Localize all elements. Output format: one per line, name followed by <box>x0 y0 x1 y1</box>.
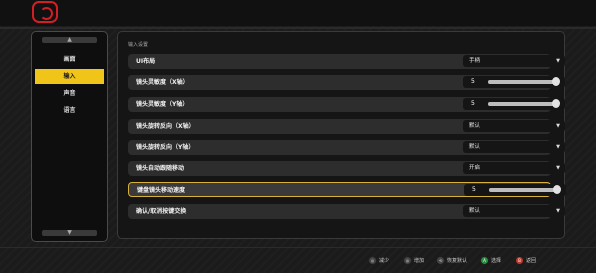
setting-label: 镜头旋转反向（Y轴） <box>136 144 195 151</box>
camera-invert-y-row[interactable]: 镜头旋转反向（Y轴） 默认 ▼ <box>128 140 565 155</box>
setting-dropdown[interactable]: 默认 ▼ <box>463 205 565 217</box>
setting-label: 确认/取消按键交换 <box>136 208 187 215</box>
button-hints: ◎ 减少 ◎ 增加 ⟲ 恢复默认 A 选择 B 返回 <box>0 253 596 269</box>
hint-label: 选择 <box>491 258 502 264</box>
controller-button-icon: B <box>516 257 523 264</box>
controller-button-icon: ◎ <box>369 257 376 264</box>
hint-label: 恢复默认 <box>447 258 468 264</box>
dropdown-value: 默认 <box>469 208 481 214</box>
section-title: 输入设置 <box>128 42 149 48</box>
hint-select[interactable]: A 选择 <box>481 253 501 269</box>
slider-handle[interactable] <box>552 77 560 86</box>
setting-label: 键盘镜头移动速度 <box>137 187 186 194</box>
setting-label: 镜头自动跟随移动 <box>136 165 185 172</box>
setting-slider[interactable]: 5 <box>463 76 565 88</box>
hint-increase[interactable]: ◎ 增加 <box>404 253 424 269</box>
setting-label: 镜头旋转反向（X轴） <box>136 123 195 130</box>
slider-handle[interactable] <box>553 185 561 194</box>
setting-dropdown[interactable]: 开启 ▼ <box>463 162 565 174</box>
chevron-down-icon[interactable]: ▼ <box>42 230 97 236</box>
camera-invert-x-row[interactable]: 镜头旋转反向（X轴） 默认 ▼ <box>128 119 565 134</box>
sidebar: ▲ 画面 输入 声音 语言 ▼ <box>31 31 108 242</box>
slider-fill <box>488 80 556 84</box>
dropdown-value: 默认 <box>469 144 481 150</box>
slider-handle[interactable] <box>552 99 560 108</box>
slider-fill <box>488 102 556 106</box>
slider-value: 5 <box>471 100 475 107</box>
controller-button-icon: ⟲ <box>437 257 444 264</box>
chevron-down-icon: ▼ <box>556 144 560 150</box>
setting-dropdown[interactable]: 默认 ▼ <box>463 120 565 132</box>
confirm-cancel-swap-row[interactable]: 确认/取消按键交换 默认 ▼ <box>128 204 565 219</box>
controller-button-icon: ◎ <box>404 257 411 264</box>
slider-value: 5 <box>472 186 476 193</box>
hint-reset-default[interactable]: ⟲ 恢复默认 <box>437 253 467 269</box>
chevron-up-icon[interactable]: ▲ <box>42 37 97 43</box>
camera-sensitivity-x-row[interactable]: 镜头灵敏度（X轴） 5 <box>128 75 565 90</box>
slider-value: 5 <box>471 78 475 85</box>
hint-decrease[interactable]: ◎ 减少 <box>369 253 389 269</box>
footer-divider <box>0 247 596 248</box>
chevron-down-icon: ▼ <box>556 123 560 129</box>
chevron-down-icon: ▼ <box>556 165 560 171</box>
ui-layout-row[interactable]: UI布局 手柄 ▼ <box>128 54 565 69</box>
dropdown-value: 手柄 <box>469 58 481 64</box>
setting-slider[interactable]: 5 <box>464 184 566 196</box>
slider-track[interactable] <box>488 77 560 86</box>
camera-auto-follow-row[interactable]: 镜头自动跟随移动 开启 ▼ <box>128 161 565 176</box>
slider-fill <box>489 188 557 192</box>
setting-label: 镜头灵敏度（Y轴） <box>136 101 189 108</box>
chevron-down-icon: ▼ <box>556 208 560 214</box>
hint-back[interactable]: B 返回 <box>516 253 536 269</box>
setting-label: UI布局 <box>136 58 156 65</box>
slider-track[interactable] <box>488 99 560 108</box>
sidebar-item-display[interactable]: 画面 <box>35 52 104 67</box>
slider-track[interactable] <box>489 185 561 194</box>
hint-label: 增加 <box>414 258 425 264</box>
setting-dropdown[interactable]: 默认 ▼ <box>463 141 565 153</box>
setting-label: 镜头灵敏度（X轴） <box>136 79 189 86</box>
hint-label: 减少 <box>379 258 390 264</box>
game-logo-icon <box>32 1 58 23</box>
top-divider <box>0 27 596 29</box>
keyboard-camera-speed-row[interactable]: 键盘镜头移动速度 5 <box>128 182 566 197</box>
sidebar-item-language[interactable]: 语言 <box>35 103 104 118</box>
top-bar <box>0 0 596 26</box>
setting-dropdown[interactable]: 手柄 ▼ <box>463 55 565 67</box>
dropdown-value: 默认 <box>469 123 481 129</box>
dropdown-value: 开启 <box>469 165 481 171</box>
hint-label: 返回 <box>526 258 537 264</box>
sidebar-item-input[interactable]: 输入 <box>35 69 104 84</box>
camera-sensitivity-y-row[interactable]: 镜头灵敏度（Y轴） 5 <box>128 97 565 112</box>
chevron-down-icon: ▼ <box>556 58 560 64</box>
controller-button-icon: A <box>481 257 488 264</box>
sidebar-item-sound[interactable]: 声音 <box>35 86 104 101</box>
settings-panel: 输入设置 UI布局 手柄 ▼ 镜头灵敏度（X轴） 5 镜头灵敏度（Y轴） 5 镜头旋转反向（X… <box>117 31 566 239</box>
setting-slider[interactable]: 5 <box>463 98 565 110</box>
